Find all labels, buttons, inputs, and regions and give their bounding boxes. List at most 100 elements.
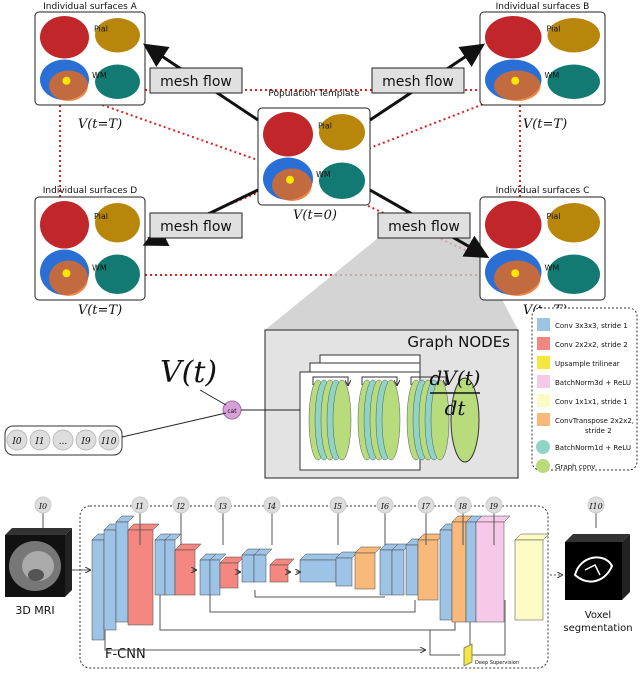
output-label-1: Voxel bbox=[585, 610, 611, 621]
pial-label: Pial bbox=[94, 212, 108, 221]
pial-label: Pial bbox=[318, 121, 332, 130]
legend-label: BatchNorm3d + ReLU bbox=[555, 379, 631, 387]
wm-medial-icon bbox=[95, 64, 140, 99]
graph-layer-disc bbox=[430, 379, 450, 461]
legend-label: Graph conv bbox=[555, 463, 595, 471]
legend-swatch bbox=[537, 356, 550, 369]
surface-panel-template: Population Template V(t=0) Pial WM bbox=[257, 89, 371, 223]
cnn-block bbox=[209, 559, 221, 596]
cnn-block bbox=[354, 552, 376, 590]
vertex-marker bbox=[286, 175, 294, 184]
legend-swatch bbox=[536, 459, 550, 473]
pial-medial-icon bbox=[319, 114, 365, 151]
feature-label: I0 bbox=[11, 437, 22, 447]
cnn-block bbox=[514, 539, 544, 621]
feature-label: I9 bbox=[80, 437, 91, 447]
vertex-marker bbox=[62, 76, 71, 85]
legend-swatch bbox=[537, 318, 550, 331]
pial-brain-icon bbox=[263, 112, 313, 157]
legend-swatch bbox=[537, 394, 550, 407]
mesh-flow-label: mesh flow bbox=[388, 219, 460, 235]
surface-title: Population Template bbox=[268, 89, 360, 99]
wm-medial-icon bbox=[319, 162, 365, 199]
legend-label: Conv 2x2x2, stride 2 bbox=[555, 341, 628, 349]
cnn-block-top bbox=[475, 515, 511, 523]
dvdt-denominator: dt bbox=[445, 396, 467, 420]
tap-label: I3 bbox=[218, 502, 227, 511]
pial-label: Pial bbox=[547, 212, 561, 221]
cnn-block bbox=[465, 521, 477, 623]
dvdt-numerator: dV(t) bbox=[430, 366, 481, 390]
tap-label: I6 bbox=[380, 502, 389, 511]
surface-panel-B: Individual surfaces B V(t=T) Pial WM bbox=[479, 2, 606, 132]
vertex-marker bbox=[62, 269, 71, 278]
wm-label: WM bbox=[92, 71, 107, 80]
tap-label: I4 bbox=[267, 502, 276, 511]
cnn-block bbox=[335, 557, 353, 587]
graph-node-title: Graph NODEs bbox=[407, 333, 510, 351]
pial-label: Pial bbox=[547, 24, 561, 33]
surface-title: Individual surfaces C bbox=[496, 186, 590, 196]
surface-title: Individual surfaces A bbox=[43, 2, 138, 12]
mri-label: 3D MRI bbox=[15, 604, 54, 617]
feature-label: I10 bbox=[100, 437, 116, 447]
tap-label: I9 bbox=[489, 502, 498, 511]
surface-panel-C: Individual surfaces CV(t=T)PialWM bbox=[479, 186, 606, 318]
cnn-block bbox=[269, 564, 289, 583]
surface-panel-A: Individual surfaces A V(t=T) Pial WM bbox=[34, 2, 146, 132]
graph-node-panel: Graph NODEs cat bbox=[222, 329, 519, 479]
cnn-block bbox=[451, 521, 467, 623]
wm-medial-icon bbox=[547, 254, 600, 294]
cnn-block bbox=[391, 549, 405, 596]
deep-supervision-block bbox=[463, 643, 473, 667]
pial-medial-icon bbox=[547, 203, 600, 243]
legend-swatch bbox=[537, 375, 550, 388]
pial-medial-icon bbox=[547, 18, 600, 53]
legend-swatch bbox=[537, 337, 550, 350]
legend-label: Conv 3x3x3, stride 1 bbox=[555, 322, 628, 330]
legend-label: Conv 1x1x1, stride 1 bbox=[555, 398, 628, 406]
legend-label: BatchNorm1d + ReLU bbox=[555, 444, 631, 452]
legend-swatch bbox=[536, 440, 550, 454]
cnn-block-top bbox=[514, 533, 550, 541]
surface-title: Individual surfaces B bbox=[496, 2, 590, 12]
wm-label: WM bbox=[92, 263, 107, 272]
cnn-block bbox=[174, 549, 196, 596]
time-label: V(t=T) bbox=[78, 117, 122, 132]
cnn-block bbox=[115, 521, 129, 623]
output-label-2: segmentation bbox=[563, 623, 632, 634]
time-label: V(t=0) bbox=[293, 208, 337, 223]
cnn-block bbox=[219, 562, 239, 589]
vertex-marker bbox=[511, 269, 520, 278]
cnn-block bbox=[154, 539, 166, 596]
pial-medial-icon bbox=[95, 203, 140, 243]
tap-label: I10 bbox=[588, 502, 602, 511]
wm-label: WM bbox=[545, 263, 560, 272]
legend-swatch bbox=[537, 413, 550, 426]
wm-label: WM bbox=[545, 71, 560, 80]
tap-label: I0 bbox=[38, 502, 47, 511]
feature-label: I1 bbox=[34, 437, 44, 447]
legend-label: stride 2 bbox=[585, 427, 612, 435]
vt-label: V(t) bbox=[160, 355, 217, 390]
pial-label: Pial bbox=[94, 24, 108, 33]
tap-label: I5 bbox=[333, 502, 342, 511]
tap-label: I8 bbox=[458, 502, 467, 511]
feature-arrow bbox=[121, 412, 227, 438]
wm-medial-icon bbox=[95, 254, 140, 294]
fcnn-title: F-CNN bbox=[105, 647, 146, 662]
feature-label: ... bbox=[59, 437, 68, 447]
mesh-flow-label: mesh flow bbox=[160, 219, 232, 235]
time-label: V(t=T) bbox=[523, 117, 567, 132]
cnn-block bbox=[475, 521, 505, 623]
cnn-block bbox=[417, 539, 439, 601]
tap-label: I2 bbox=[176, 502, 185, 511]
wm-label: WM bbox=[316, 170, 331, 179]
pial-brain-icon bbox=[40, 201, 89, 249]
vertex-marker bbox=[511, 76, 520, 85]
graph-layer-disc bbox=[332, 379, 352, 461]
time-label: V(t=T) bbox=[78, 303, 122, 318]
cnn-block bbox=[405, 544, 419, 596]
pial-brain-icon bbox=[485, 201, 542, 249]
pial-brain-icon bbox=[485, 16, 542, 59]
